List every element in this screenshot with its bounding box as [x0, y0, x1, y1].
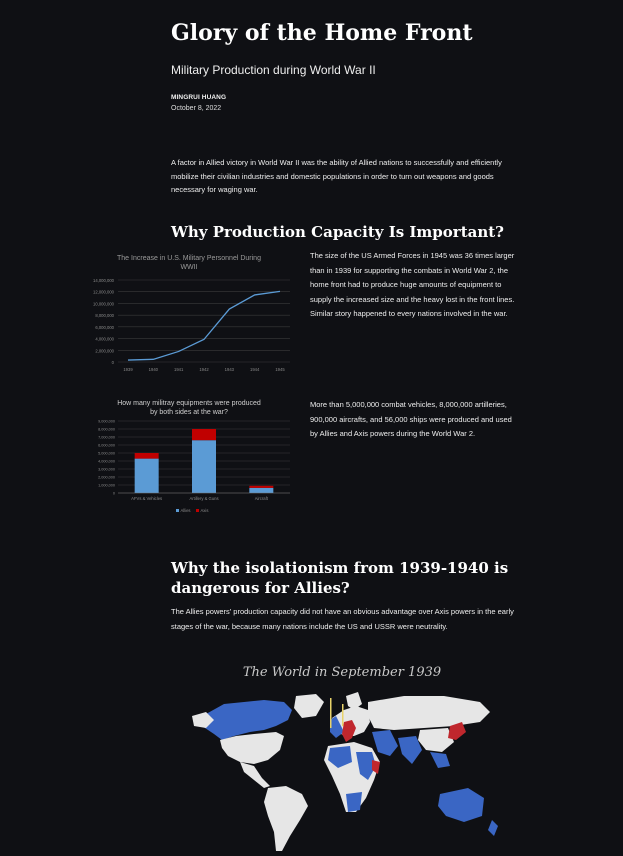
map-region-south-america: [264, 786, 308, 851]
map-region-south-africa: [346, 792, 362, 812]
x-tick-label: Aircraft: [255, 496, 269, 501]
y-tick-label: 6,000,000: [98, 444, 115, 448]
map-title: The World in September 1939: [243, 665, 441, 680]
chart-title-line2: WWII: [180, 264, 197, 271]
map-pin-1: [330, 698, 332, 728]
legend-swatch: [196, 509, 199, 512]
y-tick-label: 0: [112, 360, 115, 365]
x-tick-label: 1939: [123, 367, 133, 372]
article-title: Glory of the Home Front: [171, 20, 473, 46]
series-line: [127, 290, 281, 361]
x-tick-label: 1945: [275, 367, 285, 372]
map-pin-2: [342, 704, 344, 726]
author-name[interactable]: MINGRUI HUANG: [171, 94, 521, 101]
y-tick-label: 3,000,000: [98, 468, 115, 472]
bar-allies: [249, 487, 274, 493]
y-tick-label: 1,000,000: [98, 484, 115, 488]
y-tick-label: 9,000,000: [98, 420, 115, 424]
chart-title-line1: How many militray equipments were produc…: [117, 400, 261, 407]
article-subtitle: Military Production during World War II: [171, 63, 376, 77]
bar-axis: [249, 485, 274, 488]
publish-date: October 8, 2022: [171, 105, 222, 112]
map-region-greenland: [294, 694, 324, 718]
intro-paragraph: A factor in Allied victory in World War …: [171, 158, 502, 194]
bar-allies: [134, 458, 159, 493]
y-tick-label: 8,000,000: [98, 428, 115, 432]
map-region-southeast-asia: [430, 752, 450, 768]
x-tick-label: 1942: [199, 367, 209, 372]
y-tick-label: 8,000,000: [95, 313, 114, 318]
chart-title-line1: The Increase in U.S. Military Personnel …: [117, 255, 261, 262]
y-tick-label: 12,000,000: [93, 290, 115, 295]
x-tick-label: 1941: [174, 367, 184, 372]
y-tick-label: 10,000,000: [93, 301, 115, 306]
x-tick-label: 1943: [225, 367, 235, 372]
world-map-1939: The World in September 1939: [184, 656, 504, 851]
map-region-china: [418, 728, 454, 752]
bar-axis: [134, 453, 159, 459]
y-tick-label: 14,000,000: [93, 278, 115, 283]
bar-axis: [192, 429, 216, 441]
equipment-bar-chart: How many militray equipments were produc…: [82, 395, 297, 520]
y-tick-label: 7,000,000: [98, 436, 115, 440]
y-tick-label: 2,000,000: [98, 476, 115, 480]
personnel-line-chart: The Increase in U.S. Military Personnel …: [82, 250, 297, 378]
y-tick-label: 4,000,000: [98, 460, 115, 464]
legend-label: Axis: [201, 508, 209, 513]
production-paragraph-2: More than 5,000,000 combat vehicles, 8,0…: [310, 400, 512, 438]
section-heading-production: Why Production Capacity Is Important?: [171, 223, 504, 241]
legend-swatch: [176, 509, 179, 512]
map-region-new-zealand: [488, 820, 498, 836]
x-tick-label: AFVs & Vehicles: [131, 496, 162, 501]
x-tick-label: 1944: [250, 367, 260, 372]
section-heading-isolationism: Why the isolationism from 1939-1940 is d…: [171, 559, 509, 597]
y-tick-label: 5,000,000: [98, 452, 115, 456]
y-tick-label: 4,000,000: [95, 337, 114, 342]
y-tick-label: 0: [113, 492, 115, 496]
legend-label: Allies: [181, 508, 191, 513]
y-tick-label: 2,000,000: [95, 348, 114, 353]
production-paragraph-1: The size of the US Armed Forces in 1945 …: [310, 251, 515, 318]
map-region-central-america: [240, 762, 270, 788]
y-tick-label: 6,000,000: [95, 325, 114, 330]
map-region-ussr: [368, 696, 490, 730]
x-tick-label: 1940: [149, 367, 159, 372]
map-region-middle-east: [372, 730, 398, 756]
isolationism-paragraph: The Allies powers' production capacity d…: [171, 607, 514, 631]
chart-title-line2: by both sides at the war?: [150, 409, 228, 416]
x-tick-label: Artillery & Guns: [189, 496, 218, 501]
bar-allies: [192, 440, 216, 493]
map-region-australia: [438, 788, 484, 822]
